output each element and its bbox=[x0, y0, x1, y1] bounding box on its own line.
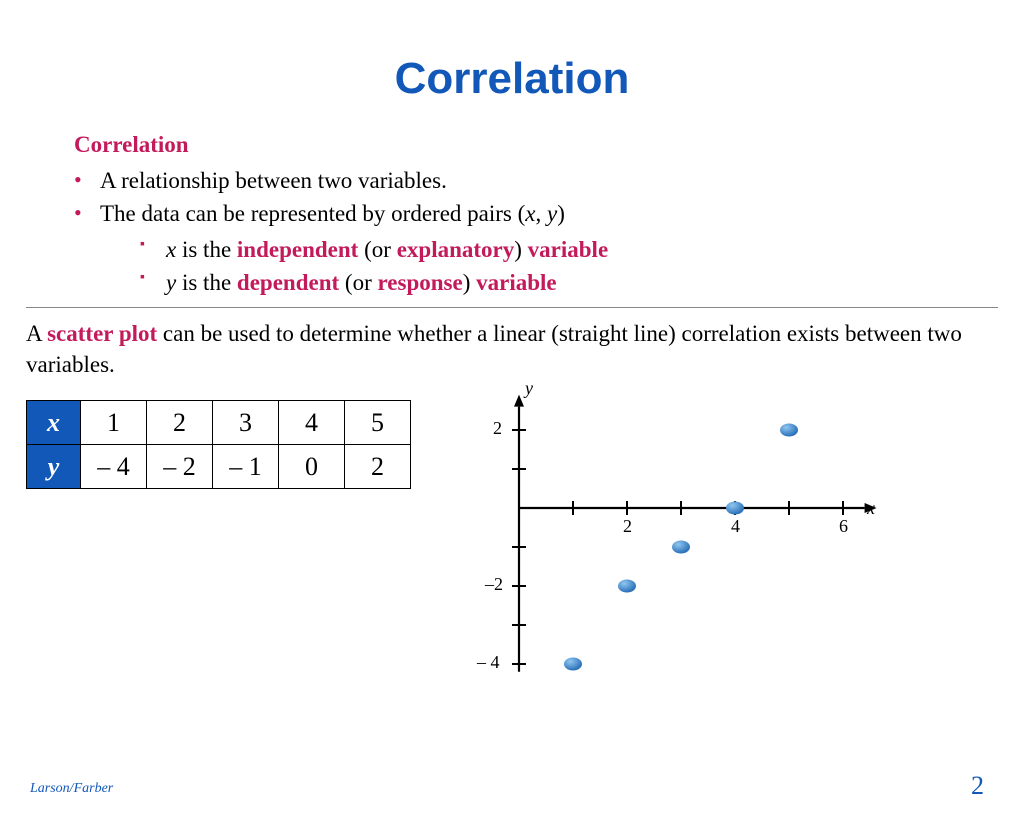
var-y: y bbox=[547, 201, 557, 226]
row-header-y: y bbox=[27, 445, 81, 489]
table-cell: 2 bbox=[147, 401, 213, 445]
scatter-plot: y x 2 –2 – 4 2 4 6 bbox=[451, 380, 891, 680]
text: (or bbox=[358, 237, 396, 262]
text: ) bbox=[463, 270, 476, 295]
keyword: explanatory bbox=[397, 237, 515, 262]
var-x: x bbox=[525, 201, 535, 226]
text: ) bbox=[514, 237, 527, 262]
table-cell: 1 bbox=[81, 401, 147, 445]
table-cell: 5 bbox=[345, 401, 411, 445]
bullet-item: The data can be represented by ordered p… bbox=[74, 197, 964, 299]
footer-author: Larson/Farber bbox=[30, 781, 113, 797]
text: is the bbox=[176, 237, 237, 262]
table-cell: 0 bbox=[279, 445, 345, 489]
text: ) bbox=[557, 201, 565, 226]
sub-bullet-list: x is the independent (or explanatory) va… bbox=[140, 233, 964, 300]
table-cell: – 4 bbox=[81, 445, 147, 489]
table-cell: 3 bbox=[213, 401, 279, 445]
paragraph: A scatter plot can be used to determine … bbox=[26, 318, 1024, 380]
text: The data can be represented by ordered p… bbox=[100, 201, 525, 226]
text: (or bbox=[339, 270, 377, 295]
table-cell: 4 bbox=[279, 401, 345, 445]
table-row: y – 4 – 2 – 1 0 2 bbox=[27, 445, 411, 489]
lower-row: x 1 2 3 4 5 y – 4 – 2 – 1 0 2 y x 2 –2 –… bbox=[26, 400, 1024, 680]
table-cell: – 1 bbox=[213, 445, 279, 489]
keyword: dependent bbox=[237, 270, 339, 295]
page-number: 2 bbox=[971, 771, 984, 801]
keyword: variable bbox=[476, 270, 557, 295]
row-header-x: x bbox=[27, 401, 81, 445]
scatter-svg bbox=[451, 380, 891, 680]
sub-bullet-item: y is the dependent (or response) variabl… bbox=[140, 266, 964, 299]
var-x: x bbox=[166, 237, 176, 262]
page-title: Correlation bbox=[0, 54, 1024, 104]
table-cell: 2 bbox=[345, 445, 411, 489]
var-y: y bbox=[166, 270, 176, 295]
content-area: Correlation A relationship between two v… bbox=[0, 132, 1024, 299]
subheading: Correlation bbox=[74, 132, 964, 158]
text: , bbox=[536, 201, 548, 226]
text: is the bbox=[176, 270, 237, 295]
sub-bullet-item: x is the independent (or explanatory) va… bbox=[140, 233, 964, 266]
data-table: x 1 2 3 4 5 y – 4 – 2 – 1 0 2 bbox=[26, 400, 411, 489]
keyword: variable bbox=[528, 237, 609, 262]
bullet-item: A relationship between two variables. bbox=[74, 164, 964, 197]
keyword: scatter plot bbox=[47, 321, 157, 346]
divider bbox=[26, 307, 998, 308]
table-cell: – 2 bbox=[147, 445, 213, 489]
text: can be used to determine whether a linea… bbox=[26, 321, 962, 377]
table-row: x 1 2 3 4 5 bbox=[27, 401, 411, 445]
bullet-list: A relationship between two variables. Th… bbox=[74, 164, 964, 299]
keyword: independent bbox=[237, 237, 358, 262]
text: A bbox=[26, 321, 47, 346]
keyword: response bbox=[378, 270, 463, 295]
